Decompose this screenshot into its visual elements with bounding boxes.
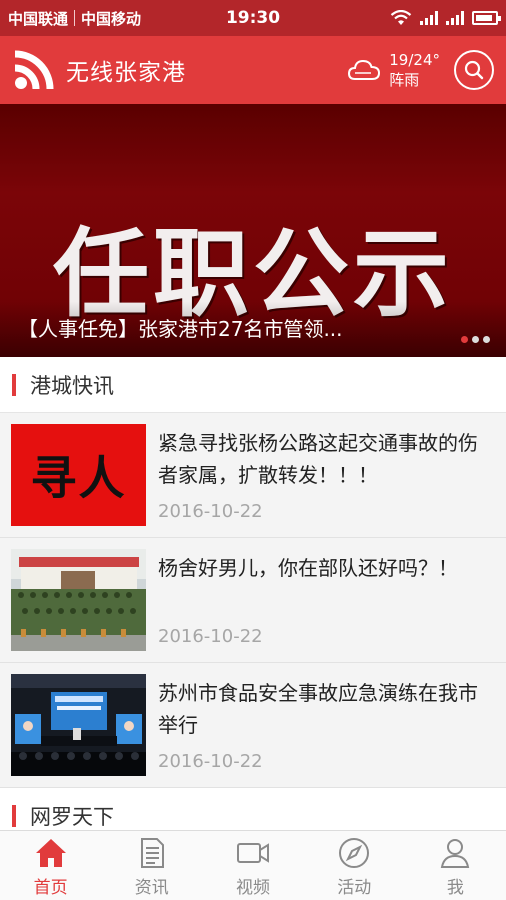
video-camera-icon [237, 843, 269, 863]
carrier-info: 中国联通 中国移动 [8, 8, 141, 29]
news-item[interactable]: 寻人 紧急寻找张杨公路这起交通事故的伤者家属，扩散转发！！！ 2016-10-2… [0, 413, 506, 538]
news-thumbnail: 寻人 [11, 424, 146, 526]
tab-video[interactable]: 视频 [202, 831, 303, 900]
user-icon [441, 839, 470, 868]
status-bar: 中国联通 中国移动 19:30 [0, 0, 506, 36]
carousel-dot [461, 336, 468, 343]
carousel-dot [483, 336, 490, 343]
wifi-icon [390, 10, 412, 25]
section-accent-bar [12, 804, 16, 827]
banner-caption[interactable]: 【人事任免】张家港市27名市管领... [0, 301, 506, 357]
news-date: 2016-10-22 [158, 501, 263, 522]
news-thumbnail [11, 549, 146, 651]
document-icon [140, 838, 164, 868]
carrier-1: 中国联通 [8, 9, 69, 28]
bottom-tab-bar: 首页 资讯 视频 活动 我 [0, 830, 506, 900]
news-item[interactable]: 杨舍好男儿，你在部队还好吗？！ 2016-10-22 [0, 538, 506, 663]
rss-logo-icon [14, 50, 54, 90]
tab-activity[interactable]: 活动 [304, 831, 405, 900]
carousel-indicator [461, 336, 490, 343]
signal-icon-1 [420, 11, 438, 25]
tab-label: 活动 [337, 878, 372, 898]
compass-icon [339, 838, 370, 868]
section-title: 港城快讯 [30, 373, 114, 398]
soldiers-photo [11, 549, 146, 651]
home-icon [35, 839, 66, 867]
cloud-icon [348, 59, 381, 80]
carrier-divider [74, 10, 76, 26]
headline-carousel[interactable]: 任职公示 【人事任免】张家港市27名市管领... [0, 104, 506, 357]
tab-home[interactable]: 首页 [0, 831, 101, 900]
news-thumbnail [11, 674, 146, 776]
news-title: 苏州市食品安全事故应急演练在我市举行 [158, 681, 478, 737]
stage-photo [11, 674, 146, 776]
tab-news[interactable]: 资讯 [101, 831, 202, 900]
news-title: 杨舍好男儿，你在部队还好吗？！ [158, 556, 458, 580]
app-title: 无线张家港 [66, 60, 186, 86]
weather-description: 阵雨 [389, 71, 420, 89]
tab-label: 我 [446, 878, 464, 898]
app-header: 无线张家港 19/24° 阵雨 [0, 36, 506, 104]
thumbnail-text: 寻人 [30, 451, 127, 505]
carousel-dot [472, 336, 479, 343]
search-icon [464, 60, 484, 80]
news-item[interactable]: 苏州市食品安全事故应急演练在我市举行 2016-10-22 [0, 663, 506, 788]
signal-icon-2 [446, 11, 464, 25]
news-title: 紧急寻找张杨公路这起交通事故的伤者家属，扩散转发！！！ [158, 431, 478, 487]
section-accent-bar [12, 373, 16, 396]
tab-me[interactable]: 我 [405, 831, 506, 900]
status-icons [390, 10, 501, 26]
news-date: 2016-10-22 [158, 626, 263, 647]
battery-icon [472, 11, 501, 25]
tab-label: 资讯 [134, 878, 169, 898]
news-date: 2016-10-22 [158, 751, 263, 772]
weather-temperature: 19/24° [389, 51, 440, 69]
tab-label: 首页 [33, 878, 68, 898]
section-header-quick-news[interactable]: 港城快讯 [0, 357, 506, 413]
search-button[interactable] [454, 50, 494, 90]
carrier-2: 中国移动 [81, 9, 142, 28]
section-title: 网罗天下 [30, 804, 114, 829]
weather-widget[interactable]: 19/24° 阵雨 [347, 50, 440, 90]
tab-label: 视频 [236, 878, 270, 898]
